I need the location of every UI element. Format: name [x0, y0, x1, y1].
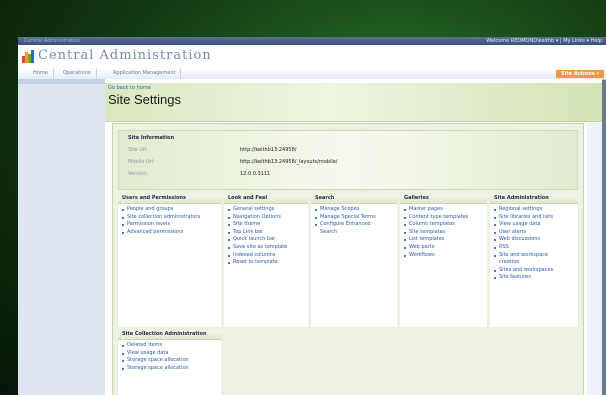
link-site-features[interactable]: Site features — [494, 274, 578, 282]
link-list-templates[interactable]: List templates — [404, 236, 487, 244]
page-title: Site Settings — [108, 92, 181, 107]
left-nav-header-strip — [18, 79, 105, 84]
link-storage-space-allocation-2[interactable]: Storage space allocation — [122, 365, 221, 373]
category-heading: Users and Permissions — [118, 194, 221, 204]
go-back-home-link[interactable]: Go back to home — [108, 85, 151, 91]
category-site-administration: Site Administration Regional settings Si… — [490, 194, 578, 327]
page-title-area: Go back to home Site Settings — [105, 83, 602, 122]
sharepoint-logo-icon — [22, 50, 35, 63]
link-site-and-workspace-creation[interactable]: Site and workspace creation — [494, 252, 561, 267]
site-url-row: Site Url: http://keithb13:24958/ — [128, 147, 528, 153]
site-settings-panel: Site Information Site Url: http://keithb… — [112, 123, 584, 395]
main-content: Go back to home Site Settings Site Infor… — [105, 79, 602, 395]
app-window: Central Administration Welcome REDMOND\k… — [18, 37, 606, 395]
mobile-url-label: Mobile Url: — [128, 159, 155, 165]
link-advanced-permissions[interactable]: Advanced permissions — [122, 229, 221, 237]
category-heading: Galleries — [400, 194, 487, 204]
link-manage-special-terms[interactable]: Manage Special Terms — [315, 214, 397, 222]
link-site-collection-administrators[interactable]: Site collection administrators — [122, 214, 221, 222]
right-blank-pane — [587, 123, 602, 395]
link-user-alerts[interactable]: User alerts — [494, 229, 578, 237]
category-search: Search Manage Scopes Manage Special Term… — [311, 194, 397, 327]
link-view-usage-data[interactable]: View usage data — [122, 350, 221, 358]
link-site-libraries-and-lists[interactable]: Site libraries and lists — [494, 214, 578, 222]
link-web-discussions[interactable]: Web discussions — [494, 236, 578, 244]
link-configure-enhanced-search[interactable]: Configure Enhanced Search — [315, 221, 375, 236]
site-url-label: Site Url: — [128, 147, 148, 153]
site-actions-button[interactable]: Site Actions ▾ — [556, 70, 604, 78]
link-site-templates[interactable]: Site templates — [404, 229, 487, 237]
category-heading: Search — [311, 194, 397, 204]
link-top-link-bar[interactable]: Top Link bar — [228, 229, 308, 237]
link-rss[interactable]: RSS — [494, 244, 578, 252]
left-navigation — [18, 79, 105, 395]
link-navigation-options[interactable]: Navigation Options — [228, 214, 308, 222]
tab-operations[interactable]: Operations — [58, 68, 97, 79]
top-bar: Central Administration Welcome REDMOND\k… — [18, 37, 606, 45]
link-view-usage-data[interactable]: View usage data — [494, 221, 578, 229]
site-title[interactable]: Central Administration — [38, 48, 212, 63]
version-label: Version: — [128, 171, 149, 177]
link-reset-to-template[interactable]: Reset to template — [228, 259, 308, 267]
category-heading: Site Collection Administration — [118, 330, 221, 340]
link-web-parts[interactable]: Web parts — [404, 244, 487, 252]
link-permission-levels[interactable]: Permission levels — [122, 221, 221, 229]
link-save-site-as-template[interactable]: Save site as template — [228, 244, 308, 252]
link-regional-settings[interactable]: Regional settings — [494, 206, 578, 214]
tab-home[interactable]: Home — [28, 68, 54, 79]
mobile-url-value: http://keithb13:24958/_layouts/mobile/ — [240, 159, 338, 165]
link-manage-scopes[interactable]: Manage Scopes — [315, 206, 397, 214]
category-site-collection-administration: Site Collection Administration Deleted i… — [118, 330, 221, 395]
version-row: Version: 12.0.0.3111 — [128, 171, 528, 177]
link-general-settings[interactable]: General settings — [228, 206, 308, 214]
top-bar-site-name: Central Administration — [24, 38, 81, 44]
site-information-box: Site Information Site Url: http://keithb… — [118, 130, 578, 190]
version-value: 12.0.0.3111 — [240, 171, 271, 177]
link-people-and-groups[interactable]: People and groups — [122, 206, 221, 214]
category-galleries: Galleries Master pages Content type temp… — [400, 194, 487, 327]
category-heading: Look and Feel — [224, 194, 308, 204]
link-indexed-columns[interactable]: Indexed columns — [228, 252, 308, 260]
link-quick-launch-bar[interactable]: Quick launch bar — [228, 236, 308, 244]
category-users-and-permissions: Users and Permissions People and groups … — [118, 194, 221, 327]
site-information-heading: Site Information — [128, 135, 175, 141]
tab-application-management[interactable]: Application Management — [108, 68, 182, 79]
link-storage-space-allocation[interactable]: Storage space allocation — [122, 357, 221, 365]
site-header: Central Administration — [18, 45, 606, 68]
link-master-pages[interactable]: Master pages — [404, 206, 487, 214]
welcome-menu[interactable]: Welcome REDMOND\keithb ▾ | My Links ▾ He… — [486, 37, 602, 45]
link-column-templates[interactable]: Column templates — [404, 221, 487, 229]
link-deleted-items[interactable]: Deleted items — [122, 342, 221, 350]
link-workflows[interactable]: Workflows — [404, 252, 487, 260]
category-heading: Site Administration — [490, 194, 578, 204]
link-content-type-templates[interactable]: Content type templates — [404, 214, 487, 222]
category-look-and-feel: Look and Feel General settings Navigatio… — [224, 194, 308, 327]
mobile-url-row: Mobile Url: http://keithb13:24958/_layou… — [128, 159, 528, 165]
link-sites-and-workspaces[interactable]: Sites and workspaces — [494, 267, 578, 275]
site-url-value: http://keithb13:24958/ — [240, 147, 297, 153]
link-site-theme[interactable]: Site theme — [228, 221, 308, 229]
